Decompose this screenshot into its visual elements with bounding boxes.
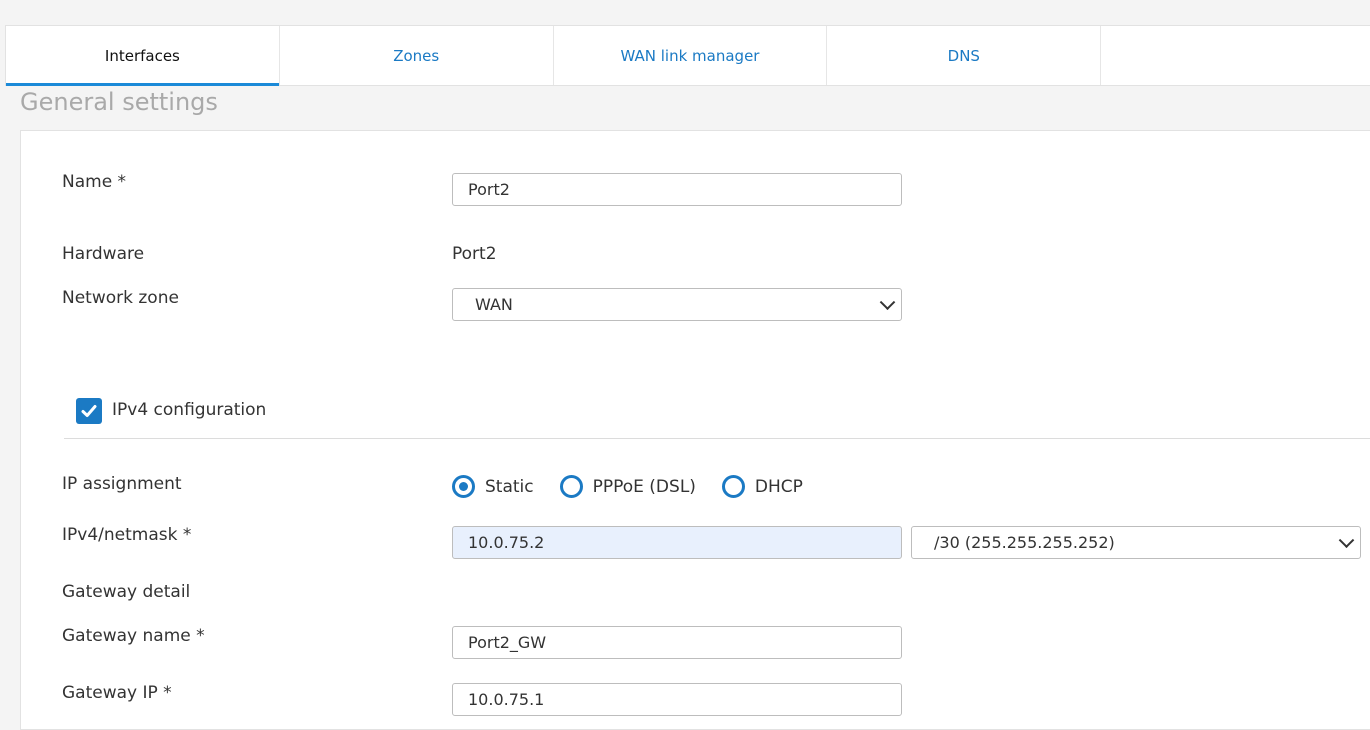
tab-interfaces[interactable]: Interfaces bbox=[6, 26, 280, 86]
tab-dns[interactable]: DNS bbox=[827, 26, 1102, 85]
radio-pppoe[interactable] bbox=[559, 475, 583, 498]
chevron-down-icon bbox=[1338, 531, 1355, 548]
ip-assignment-radio-group: Static PPPoE (DSL) DHCP bbox=[452, 475, 829, 498]
gateway-ip-value: 10.0.75.1 bbox=[468, 690, 545, 709]
network-zone-label: Network zone bbox=[62, 288, 179, 308]
netmask-value: /30 (255.255.255.252) bbox=[934, 533, 1115, 552]
radio-option-static[interactable]: Static bbox=[452, 475, 534, 498]
tab-bar: Interfaces Zones WAN link manager DNS bbox=[5, 25, 1370, 86]
radio-static[interactable] bbox=[452, 475, 475, 498]
radio-dhcp[interactable] bbox=[721, 475, 745, 498]
tab-wan-link-manager[interactable]: WAN link manager bbox=[554, 26, 828, 85]
hardware-label: Hardware bbox=[62, 244, 145, 264]
ipv4-config-label: IPv4 configuration bbox=[112, 400, 267, 420]
radio-pppoe-label: PPPoE (DSL) bbox=[592, 476, 696, 497]
gateway-ip-label: Gateway IP * bbox=[62, 683, 172, 703]
ipv4-address-value: 10.0.75.2 bbox=[468, 533, 545, 552]
network-zone-value: WAN bbox=[475, 295, 513, 314]
radio-selected-dot bbox=[459, 482, 468, 491]
gateway-name-value: Port2_GW bbox=[468, 633, 547, 652]
gateway-ip-input[interactable]: 10.0.75.1 bbox=[452, 683, 902, 716]
gateway-name-input[interactable]: Port2_GW bbox=[452, 626, 902, 659]
ipv4-netmask-label: IPv4/netmask * bbox=[62, 525, 192, 545]
radio-static-label: Static bbox=[485, 476, 534, 497]
divider bbox=[64, 438, 1370, 439]
gateway-detail-heading: Gateway detail bbox=[62, 582, 191, 602]
name-input-value: Port2 bbox=[468, 180, 510, 199]
chevron-down-icon bbox=[879, 293, 896, 310]
network-zone-select[interactable]: WAN bbox=[452, 288, 902, 321]
checkmark-icon bbox=[81, 405, 97, 417]
radio-option-dhcp[interactable]: DHCP bbox=[721, 475, 803, 498]
hardware-value: Port2 bbox=[452, 244, 497, 264]
ipv4-config-checkbox[interactable] bbox=[76, 398, 102, 424]
ipv4-address-input[interactable]: 10.0.75.2 bbox=[452, 526, 902, 559]
section-title: General settings bbox=[20, 88, 218, 116]
tab-zones[interactable]: Zones bbox=[280, 26, 554, 85]
name-input[interactable]: Port2 bbox=[452, 173, 902, 206]
ip-assignment-label: IP assignment bbox=[62, 474, 182, 494]
tab-overflow[interactable] bbox=[1101, 26, 1370, 85]
gateway-name-label: Gateway name * bbox=[62, 626, 205, 646]
radio-dhcp-label: DHCP bbox=[754, 476, 803, 497]
radio-option-pppoe[interactable]: PPPoE (DSL) bbox=[559, 475, 696, 498]
netmask-select[interactable]: /30 (255.255.255.252) bbox=[911, 526, 1361, 559]
name-label: Name * bbox=[62, 172, 127, 192]
